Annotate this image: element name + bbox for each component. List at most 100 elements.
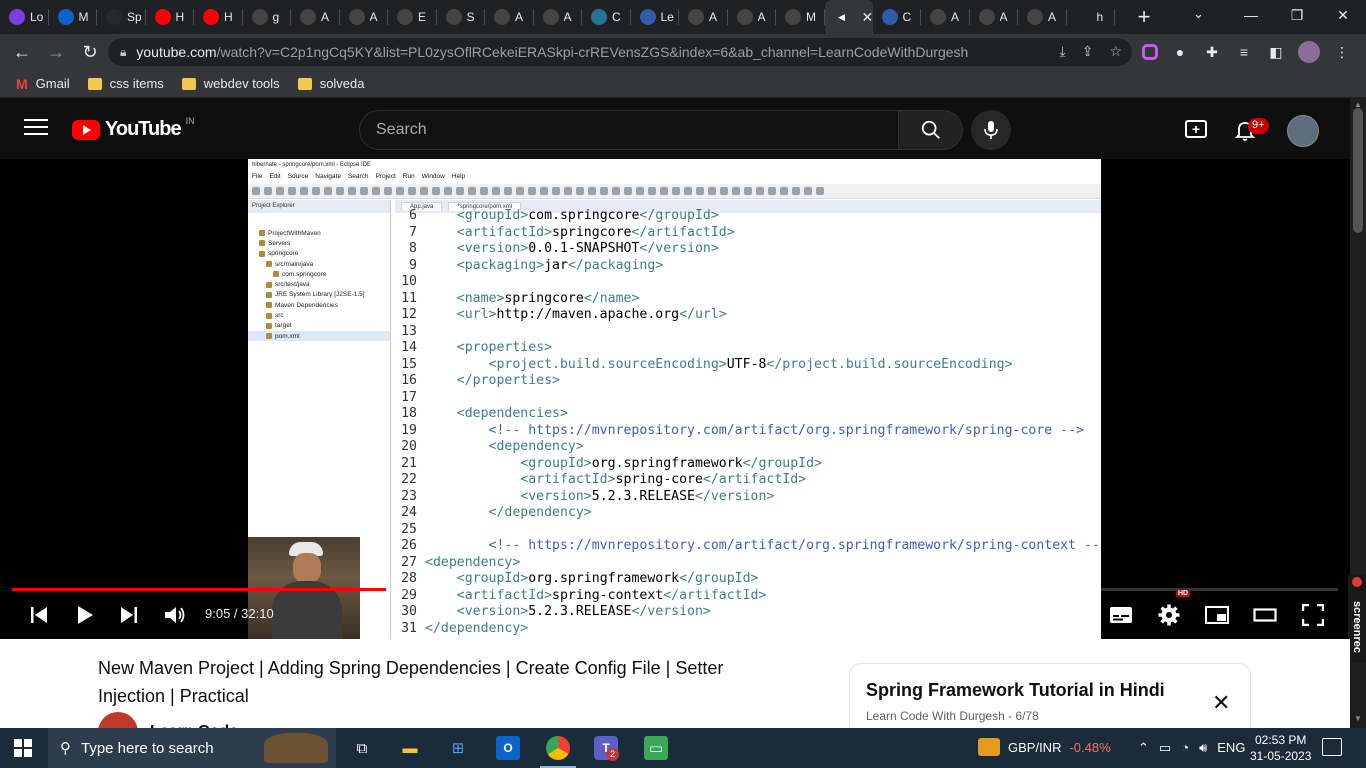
display-app-icon[interactable]: ▭ bbox=[644, 736, 668, 760]
bookmark-label: solveda bbox=[319, 76, 365, 91]
volume-icon[interactable] bbox=[162, 601, 188, 629]
browser-tab[interactable]: g bbox=[243, 0, 292, 34]
browser-tab[interactable]: S bbox=[437, 0, 486, 34]
browser-tab[interactable]: h bbox=[1067, 0, 1116, 34]
video-player[interactable]: hibernate - springcore/pom.xml - Eclipse… bbox=[0, 159, 1350, 639]
extension-color-icon[interactable] bbox=[1142, 44, 1158, 60]
scrollbar-thumb[interactable] bbox=[1353, 108, 1363, 233]
chrome-icon[interactable] bbox=[540, 736, 576, 768]
bookmark-item[interactable]: M Gmail bbox=[16, 76, 70, 92]
site-info-icon[interactable]: 🔒︎ bbox=[120, 45, 126, 60]
bookmark-item[interactable]: solveda bbox=[297, 76, 365, 91]
theater-mode-icon[interactable] bbox=[1252, 601, 1278, 629]
create-video-icon[interactable]: + bbox=[1185, 120, 1207, 138]
browser-tab[interactable]: Le bbox=[631, 0, 680, 34]
network-icon[interactable]: ◔ bbox=[1181, 740, 1189, 756]
play-icon[interactable] bbox=[72, 601, 98, 629]
share-icon[interactable]: ⇪ bbox=[1082, 43, 1094, 60]
line-number: 20 bbox=[401, 439, 417, 454]
ide-toolbar-icon bbox=[528, 187, 536, 195]
bookmark-star-icon[interactable]: ☆ bbox=[1109, 43, 1122, 60]
voice-search-button[interactable] bbox=[971, 110, 1011, 150]
install-app-icon[interactable]: ⤓ bbox=[1060, 43, 1066, 60]
extensions-puzzle-icon[interactable]: ✚ bbox=[1202, 42, 1222, 62]
browser-tab[interactable]: H bbox=[146, 0, 195, 34]
close-tab-icon[interactable]: ✕ bbox=[862, 9, 874, 26]
settings-gear-icon[interactable] bbox=[1156, 601, 1182, 629]
file-explorer-icon[interactable]: ▬ bbox=[398, 736, 422, 760]
close-playlist-icon[interactable]: ✕ bbox=[1212, 690, 1230, 716]
subtitles-icon[interactable] bbox=[1108, 601, 1134, 629]
action-center-icon[interactable] bbox=[1322, 738, 1342, 756]
media-controls-icon[interactable]: ≡ bbox=[1234, 42, 1254, 62]
next-video-icon[interactable] bbox=[116, 601, 142, 629]
fullscreen-icon[interactable] bbox=[1300, 601, 1326, 629]
back-icon[interactable]: ← bbox=[6, 36, 38, 68]
browser-tab[interactable]: A bbox=[728, 0, 777, 34]
speaker-tray-icon[interactable]: 🔊︎ bbox=[1199, 740, 1207, 756]
tray-chevron-icon[interactable]: ⌃ bbox=[1138, 740, 1149, 756]
browser-tab[interactable]: M bbox=[49, 0, 98, 34]
account-avatar[interactable] bbox=[1287, 115, 1319, 147]
code-text: <dependency> bbox=[488, 439, 584, 454]
outlook-icon[interactable]: O bbox=[496, 736, 520, 760]
search-button[interactable] bbox=[899, 110, 963, 150]
minimize-icon[interactable]: — bbox=[1228, 0, 1274, 30]
youtube-logo[interactable]: YouTube IN bbox=[72, 116, 195, 141]
microsoft-store-icon[interactable]: ⊞ bbox=[446, 736, 470, 760]
screenrec-recorder-widget[interactable]: screenrec bbox=[1348, 575, 1366, 663]
browser-tab[interactable]: A bbox=[534, 0, 583, 34]
address-bar[interactable]: 🔒︎ youtube.com /watch?v=C2p1ngCq5KY&list… bbox=[108, 38, 1132, 66]
browser-tab[interactable]: Lo bbox=[0, 0, 49, 34]
tree-item: pom.xml bbox=[248, 330, 390, 342]
ide-toolbar-icon bbox=[288, 187, 296, 195]
browser-tab[interactable]: M bbox=[776, 0, 825, 34]
tab-search-icon[interactable]: ⌄ bbox=[1193, 6, 1204, 22]
browser-tab[interactable]: C bbox=[582, 0, 631, 34]
profile-avatar[interactable] bbox=[1298, 41, 1320, 63]
miniplayer-icon[interactable] bbox=[1204, 601, 1230, 629]
openai-icon bbox=[251, 9, 268, 25]
taskbar-clock[interactable]: 02:53 PM 31-05-2023 bbox=[1250, 732, 1311, 764]
browser-tab[interactable]: A bbox=[485, 0, 534, 34]
battery-icon[interactable]: ▭ bbox=[1159, 740, 1171, 756]
side-panel-icon[interactable]: ◧ bbox=[1266, 42, 1286, 62]
search-input[interactable]: Search bbox=[359, 110, 899, 150]
windows-start-icon[interactable] bbox=[14, 739, 32, 757]
browser-tab[interactable]: A bbox=[679, 0, 728, 34]
restore-icon[interactable]: ❐ bbox=[1274, 0, 1320, 30]
reload-icon[interactable]: ↻ bbox=[74, 36, 106, 68]
bookmark-item[interactable]: webdev tools bbox=[181, 76, 280, 91]
scroll-down-icon[interactable]: ▼ bbox=[1354, 714, 1362, 723]
browser-tab[interactable]: A bbox=[921, 0, 970, 34]
browser-tab[interactable]: E bbox=[388, 0, 437, 34]
browser-tab[interactable]: C bbox=[873, 0, 922, 34]
code-text: <!-- https://mvnrepository.com/artifact/… bbox=[425, 422, 1084, 438]
tab-label: A bbox=[757, 10, 766, 24]
browser-tab[interactable]: A bbox=[1018, 0, 1067, 34]
taskbar-search-box[interactable]: ⚲ Type here to search bbox=[48, 728, 336, 768]
code-line: 11 <name>springcore</name> bbox=[395, 291, 1101, 308]
new-tab-button[interactable]: + bbox=[1129, 2, 1159, 32]
input-language[interactable]: ENG bbox=[1217, 740, 1245, 756]
stock-ticker-widget[interactable]: GBP/INR -0.48% bbox=[978, 738, 1111, 756]
close-window-icon[interactable]: ✕ bbox=[1320, 0, 1366, 30]
tab-label: E bbox=[418, 10, 427, 24]
playlist-title[interactable]: Spring Framework Tutorial in Hindi bbox=[866, 680, 1165, 701]
previous-video-icon[interactable] bbox=[26, 601, 52, 629]
browser-tab[interactable]: A bbox=[970, 0, 1019, 34]
forward-icon[interactable]: → bbox=[40, 36, 72, 68]
system-tray: ⌃ ▭ ◔ 🔊︎ ENG bbox=[1138, 740, 1245, 756]
browser-tab[interactable]: A bbox=[340, 0, 389, 34]
browser-menu-icon[interactable]: ⋮ bbox=[1332, 42, 1352, 62]
guide-menu-icon[interactable] bbox=[24, 119, 48, 139]
ide-toolbar-icon bbox=[516, 187, 524, 195]
browser-tab[interactable]: ◀︎ ✕ bbox=[824, 0, 874, 34]
bookmark-item[interactable]: css items bbox=[87, 76, 164, 91]
browser-toolbar: ← → ↻ 🔒︎ youtube.com /watch?v=C2p1ngCq5K… bbox=[0, 34, 1366, 70]
task-view-icon[interactable]: ⧉ bbox=[350, 736, 374, 760]
browser-tab[interactable]: H bbox=[194, 0, 243, 34]
browser-tab[interactable]: A bbox=[291, 0, 340, 34]
extension-grey-icon[interactable]: ● bbox=[1170, 42, 1190, 62]
browser-tab[interactable]: Sp bbox=[97, 0, 146, 34]
